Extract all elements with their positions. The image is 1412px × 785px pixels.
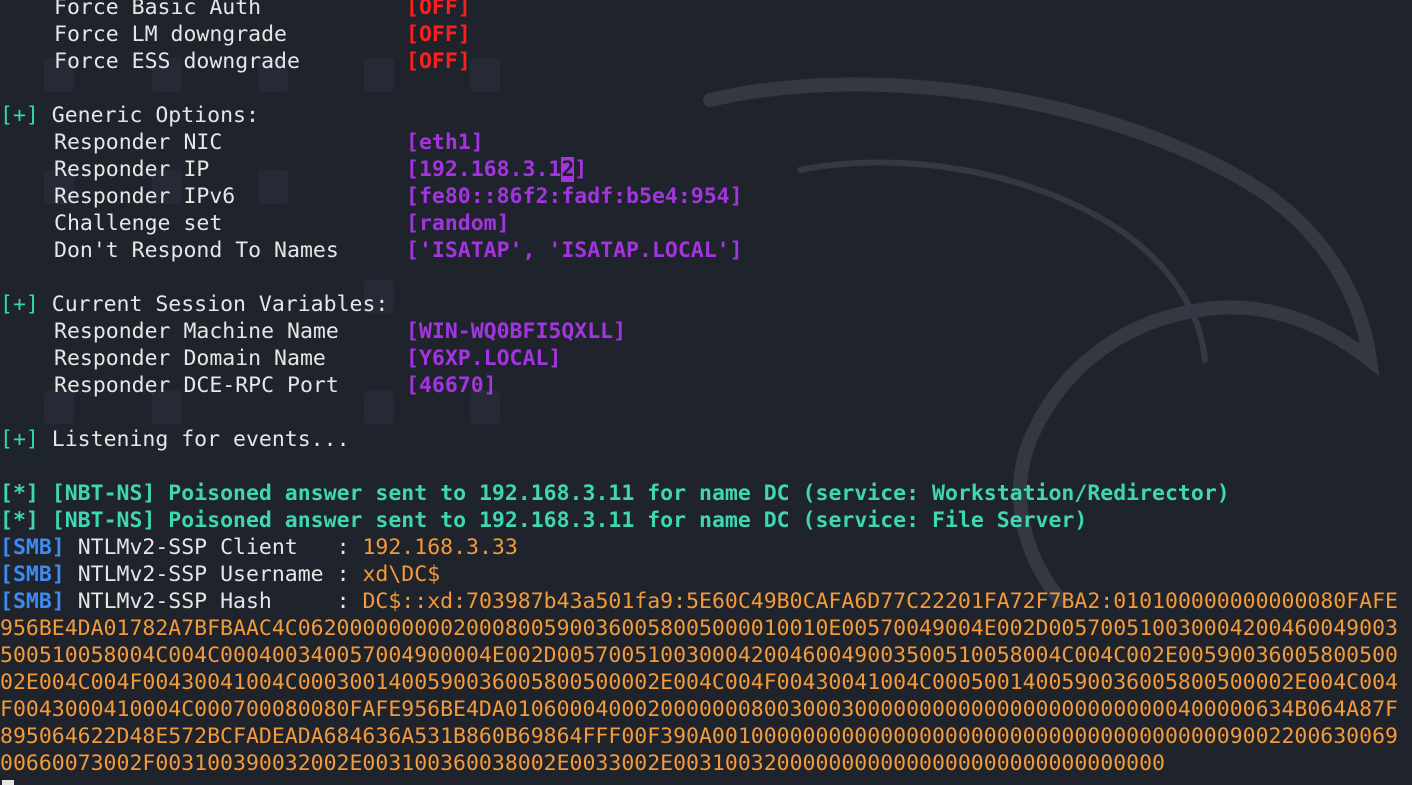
option-value: [eth1] bbox=[406, 130, 484, 155]
status-marker: [*] bbox=[0, 481, 39, 506]
smb-tag: [SMB] bbox=[0, 589, 65, 614]
option-label: Responder Machine Name bbox=[54, 319, 339, 344]
smb-label: NTLMv2-SSP Hash : bbox=[77, 589, 363, 614]
option-value: [192.168.3.12] bbox=[406, 157, 588, 182]
smb-label: NTLMv2-SSP Username : bbox=[77, 562, 363, 587]
option-value: [random] bbox=[406, 211, 510, 236]
smb-tag: [SMB] bbox=[0, 535, 65, 560]
status-marker: [*] bbox=[0, 508, 39, 533]
status-marker: [+] bbox=[0, 292, 39, 317]
section-title: Current Session Variables: bbox=[51, 292, 389, 317]
event-text: [NBT-NS] Poisoned answer sent to 192.168… bbox=[51, 481, 1230, 506]
option-value: [OFF] bbox=[406, 0, 471, 20]
option-line: Responder Machine Name [WIN-WQ0BFI5QXLL] bbox=[0, 318, 1412, 345]
option-line: Force LM downgrade [OFF] bbox=[0, 21, 1412, 48]
option-line: Responder IPv6 [fe80::86f2:fadf:b5e4:954] bbox=[0, 183, 1412, 210]
status-marker: [+] bbox=[0, 427, 39, 452]
status-marker: [+] bbox=[0, 103, 39, 128]
option-label: Responder Domain Name bbox=[54, 346, 326, 371]
event-text: [NBT-NS] Poisoned answer sent to 192.168… bbox=[51, 508, 1088, 533]
event-line: [*] [NBT-NS] Poisoned answer sent to 192… bbox=[0, 480, 1412, 507]
option-label: Challenge set bbox=[54, 211, 223, 236]
option-value: [Y6XP.LOCAL] bbox=[406, 346, 562, 371]
option-line: Force Basic Auth [OFF] bbox=[0, 0, 1412, 21]
text-cursor bbox=[2, 780, 14, 785]
option-value: [fe80::86f2:fadf:b5e4:954] bbox=[406, 184, 743, 209]
option-line: Responder DCE-RPC Port [46670] bbox=[0, 372, 1412, 399]
section-header: [+] Generic Options: bbox=[0, 102, 1412, 129]
smb-line: [SMB] NTLMv2-SSP Username : xd\DC$ bbox=[0, 561, 1412, 588]
option-label: Force LM downgrade bbox=[54, 22, 287, 47]
smb-label: NTLMv2-SSP Client : bbox=[77, 535, 363, 560]
smb-hash-block: [SMB] NTLMv2-SSP Hash : DC$::xd:703987b4… bbox=[0, 588, 1406, 777]
listening-text: Listening for events... bbox=[51, 427, 350, 452]
option-label: Responder DCE-RPC Port bbox=[54, 373, 339, 398]
option-label: Force Basic Auth bbox=[54, 0, 262, 20]
option-line: Don't Respond To Names ['ISATAP', 'ISATAP… bbox=[0, 237, 1412, 264]
smb-line: [SMB] NTLMv2-SSP Client : 192.168.3.33 bbox=[0, 534, 1412, 561]
option-label: Don't Respond To Names bbox=[54, 238, 339, 263]
option-line: Challenge set [random] bbox=[0, 210, 1412, 237]
option-line: Responder Domain Name [Y6XP.LOCAL] bbox=[0, 345, 1412, 372]
listening-line: [+] Listening for events... bbox=[0, 426, 1412, 453]
smb-hash-value: DC$::xd:703987b43a501fa9:5E60C49B0CAFA6D… bbox=[0, 589, 1398, 776]
option-value: ['ISATAP', 'ISATAP.LOCAL'] bbox=[406, 238, 743, 263]
terminal-window[interactable]: Force Basic Auth [OFF] Force LM downgrade… bbox=[0, 0, 1412, 785]
prompt-line[interactable] bbox=[0, 777, 1412, 785]
option-line: Responder NIC [eth1] bbox=[0, 129, 1412, 156]
option-label: Responder NIC bbox=[54, 130, 223, 155]
option-value: [46670] bbox=[406, 373, 497, 398]
smb-tag: [SMB] bbox=[0, 562, 65, 587]
terminal-output: Force Basic Auth [OFF] Force LM downgrade… bbox=[0, 0, 1412, 785]
option-line: Responder IP [192.168.3.12] bbox=[0, 156, 1412, 183]
event-line: [*] [NBT-NS] Poisoned answer sent to 192… bbox=[0, 507, 1412, 534]
smb-username-value: xd\DC$ bbox=[362, 562, 441, 587]
option-label: Responder IP bbox=[54, 157, 210, 182]
option-value: [OFF] bbox=[406, 22, 471, 47]
smb-client-value: 192.168.3.33 bbox=[362, 535, 518, 560]
selection-cursor: 2 bbox=[561, 157, 575, 182]
option-line: Force ESS downgrade [OFF] bbox=[0, 48, 1412, 75]
section-title: Generic Options: bbox=[51, 103, 259, 128]
option-label: Responder IPv6 bbox=[54, 184, 236, 209]
section-header: [+] Current Session Variables: bbox=[0, 291, 1412, 318]
option-value: [OFF] bbox=[406, 49, 471, 74]
option-label: Force ESS downgrade bbox=[54, 49, 300, 74]
option-value: [WIN-WQ0BFI5QXLL] bbox=[406, 319, 627, 344]
